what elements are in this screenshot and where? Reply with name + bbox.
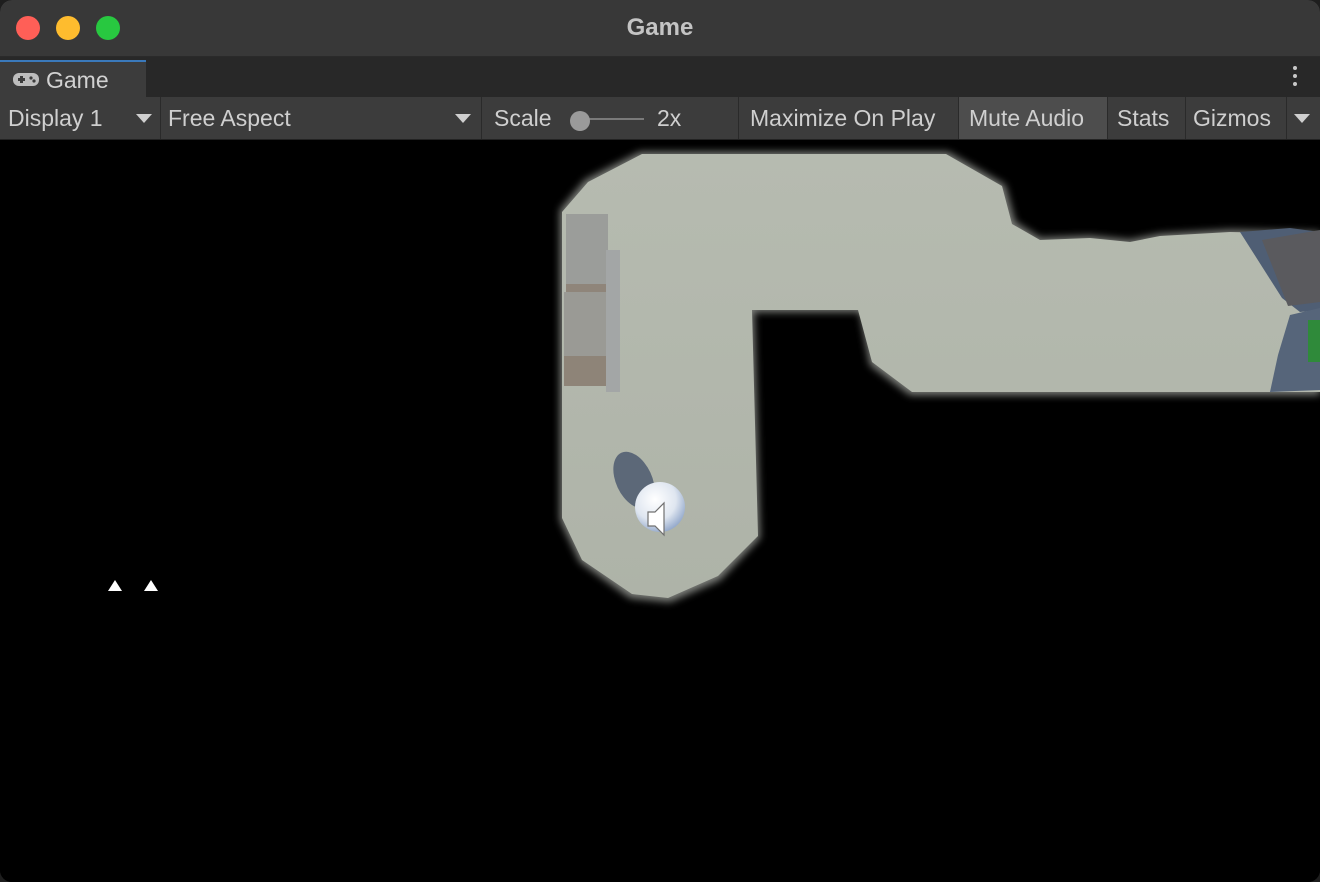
wall-block xyxy=(566,214,608,284)
maximize-on-play-toggle[interactable]: Maximize On Play xyxy=(739,97,958,139)
scale-slider-knob[interactable] xyxy=(570,111,590,131)
window-title: Game xyxy=(626,14,694,41)
display-label: Display 1 xyxy=(8,105,103,131)
aspect-label: Free Aspect xyxy=(168,105,291,131)
tab-game[interactable]: Game xyxy=(0,60,146,97)
scale-value: 2x xyxy=(657,105,682,131)
maximize-on-play-label: Maximize On Play xyxy=(750,105,936,131)
aspect-dropdown[interactable]: Free Aspect xyxy=(161,97,481,139)
wall-block xyxy=(564,292,606,356)
game-toolbar: Display 1 Free Aspect Scale 2x Maximize … xyxy=(0,97,1320,140)
wall-block-edge xyxy=(564,356,606,386)
game-viewport[interactable] xyxy=(0,140,1320,882)
game-window: Game Game Display 1 Free Aspect Scale 2x… xyxy=(0,0,1320,882)
gizmos-toggle[interactable]: Gizmos xyxy=(1186,97,1286,139)
mute-audio-toggle[interactable]: Mute Audio xyxy=(959,97,1107,139)
wall-side xyxy=(606,250,620,392)
marker-icon xyxy=(108,580,122,591)
display-dropdown[interactable]: Display 1 xyxy=(0,97,160,139)
green-object xyxy=(1308,320,1320,362)
more-options-icon[interactable] xyxy=(1292,66,1298,90)
stats-toggle[interactable]: Stats xyxy=(1108,97,1185,139)
game-scene xyxy=(108,152,1320,602)
chevron-down-icon xyxy=(1294,114,1310,123)
marker-icon xyxy=(144,580,158,591)
tab-label: Game xyxy=(46,67,109,93)
gizmos-dropdown[interactable] xyxy=(1287,97,1320,139)
tab-bar: Game xyxy=(0,57,1320,97)
stats-label: Stats xyxy=(1117,105,1170,131)
floor-plane xyxy=(562,154,1320,598)
mute-audio-label: Mute Audio xyxy=(969,105,1085,131)
chevron-down-icon xyxy=(455,114,471,123)
gamepad-icon xyxy=(13,73,39,86)
scale-label: Scale xyxy=(494,105,552,131)
chevron-down-icon xyxy=(136,114,152,123)
title-bar: Game xyxy=(0,0,1320,57)
gizmos-label: Gizmos xyxy=(1193,105,1271,131)
